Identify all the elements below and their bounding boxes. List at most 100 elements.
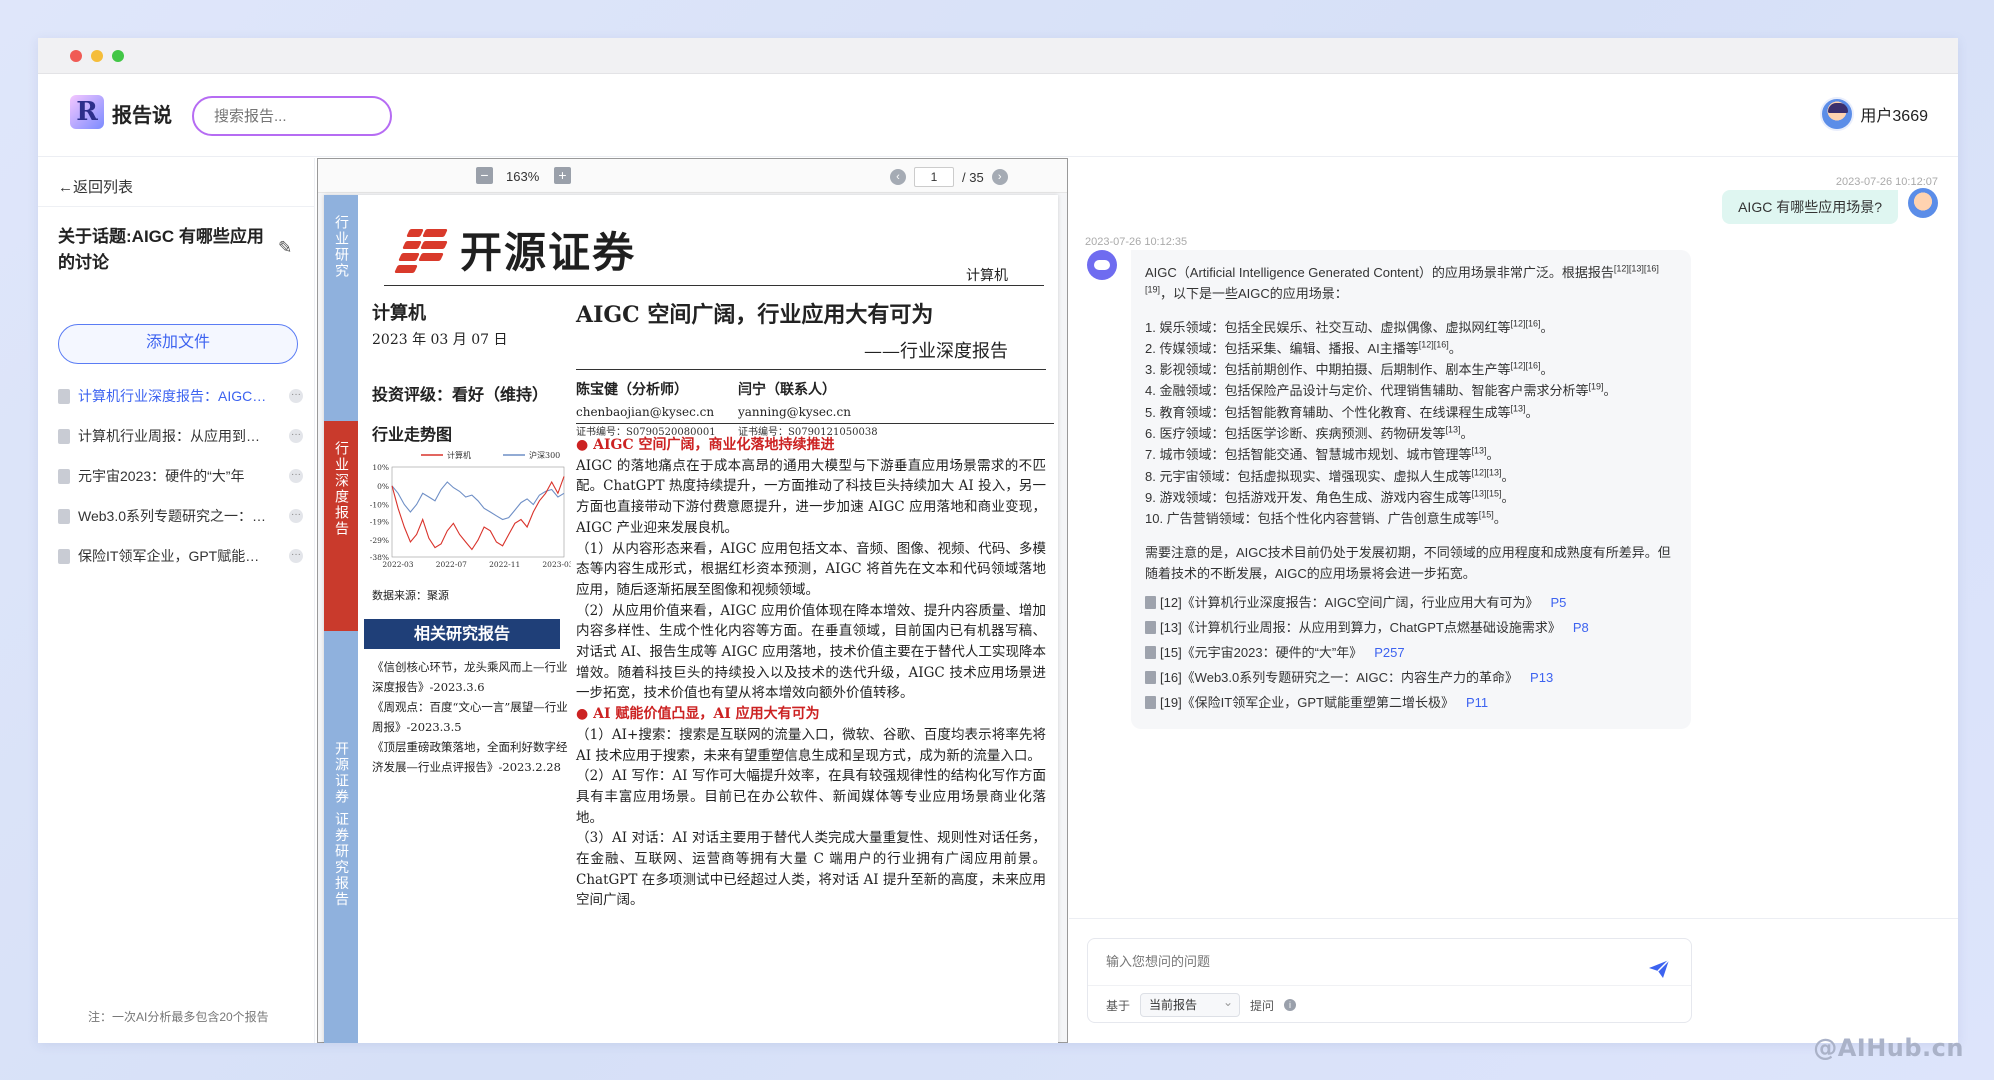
- document-icon: [58, 388, 70, 404]
- document-icon: [1145, 621, 1156, 635]
- file-item[interactable]: 计算机行业深度报告：AIGC空间广阔 ···: [58, 376, 303, 416]
- zoom-out-button[interactable]: −: [476, 167, 493, 184]
- answer-timestamp: 2023-07-26 10:12:35: [1085, 236, 1188, 248]
- more-icon[interactable]: ···: [289, 429, 303, 443]
- search-input[interactable]: [192, 96, 392, 136]
- question-input[interactable]: [1106, 951, 1606, 981]
- user-menu[interactable]: 用户3669: [1820, 97, 1928, 131]
- pdf-page: 行业研究 行业深度报告 开源证券 证券研究报告 开源证券 计算机 计算机 202…: [324, 195, 1058, 1043]
- next-page-icon[interactable]: ›: [991, 169, 1008, 185]
- more-icon[interactable]: ···: [289, 509, 303, 523]
- close-window-button[interactable]: [70, 49, 82, 62]
- reference-page[interactable]: P13: [1530, 665, 1553, 690]
- question-timestamp: 2023-07-26 10:12:07: [1835, 176, 1938, 188]
- document-icon: [1145, 696, 1156, 710]
- robot-icon: [1087, 250, 1117, 280]
- add-file-button[interactable]: 添加文件: [58, 324, 298, 364]
- paragraph: （2）从应用价值来看，AIGC 应用价值体现在降本增效、提升内容质量、增加内容多…: [576, 602, 1046, 702]
- minimize-window-button[interactable]: [91, 49, 103, 62]
- divider: [1088, 985, 1691, 986]
- file-item[interactable]: 保险IT领军企业，GPT赋能重塑 ···: [58, 536, 303, 576]
- scope-select[interactable]: 当前报告: [1140, 991, 1241, 1017]
- paragraph: AIGC 的落地痛点在于成本高昂的通用大模型与下游垂直应用场景需求的不匹配。Ch…: [576, 457, 1046, 536]
- legend-label: 计算机: [447, 450, 471, 460]
- user-question-bubble: AIGC 有哪些应用场景?: [1722, 190, 1898, 224]
- title-rule: [576, 369, 1046, 370]
- related-report: 《信创核心环节，龙头乘风而上—行业深度报告》-2023.3.6: [372, 660, 568, 694]
- based-on-label: 基于: [1106, 998, 1131, 1013]
- reference-link[interactable]: [13]《计算机行业周报：从应用到算力，ChatGPT点燃基础设施需求》 P8: [1145, 615, 1677, 640]
- reference-page[interactable]: P8: [1573, 615, 1589, 640]
- y-tick-label: 10%: [372, 463, 389, 472]
- topic-title: 关于话题:AIGC 有哪些应用的讨论: [58, 227, 264, 272]
- file-name: 计算机行业深度报告：AIGC空间广阔: [78, 388, 268, 404]
- info-icon[interactable]: i: [1284, 999, 1297, 1011]
- file-item[interactable]: 计算机行业周报：从应用到算力 ···: [58, 416, 303, 456]
- x-tick-label: 2022-03: [382, 560, 413, 569]
- zoom-level[interactable]: 163%: [506, 169, 539, 184]
- answer-list-item: 2. 传媒领域：包括采集、编辑、播报、AI主播等[12][16]。: [1145, 339, 1462, 356]
- answer-list-item: 4. 金融领域：包括保险产品设计与定价、代理销售辅助、智能客户需求分析等[19]…: [1145, 382, 1617, 399]
- y-tick-label: 0%: [377, 482, 389, 491]
- reference-link[interactable]: [19]《保险IT领军企业，GPT赋能重塑第二增长极》 P11: [1145, 690, 1677, 715]
- input-options: 基于 当前报告 提问 i: [1106, 991, 1297, 1017]
- more-icon[interactable]: ···: [289, 389, 303, 403]
- more-icon[interactable]: ···: [289, 469, 303, 483]
- question-input-box: 基于 当前报告 提问 i: [1087, 938, 1692, 1023]
- reference-page[interactable]: P257: [1374, 640, 1404, 665]
- limit-note: 注：一次AI分析最多包含20个报告: [88, 1010, 269, 1024]
- answer-list-item: 6. 医疗领域：包括医学诊断、疾病预测、药物研发等[13]。: [1145, 424, 1474, 442]
- author-1: 陈宝健（分析师） chenbaojian@kysec.cn 证书编号：S0790…: [576, 379, 716, 438]
- header-rule: [384, 285, 1044, 286]
- zoom-in-button[interactable]: +: [554, 167, 571, 184]
- reference-link[interactable]: [12]《计算机行业深度报告：AIGC空间广阔，行业应用大有可为》 P5: [1145, 590, 1677, 615]
- file-item[interactable]: 元宇宙2023：硬件的“大”年 ···: [58, 456, 303, 496]
- answer-list-item: 5. 教育领域：包括智能教育辅助、个性化教育、在线课程生成等[13]。: [1145, 403, 1539, 420]
- report-title: AIGC 空间广阔，行业应用大有可为: [576, 302, 934, 328]
- file-item[interactable]: Web3.0系列专题研究之一：AIGC ···: [58, 496, 303, 536]
- report-subtitle: ——行业深度报告: [864, 341, 1008, 362]
- related-reports-header: 相关研究报告: [364, 619, 560, 649]
- file-name: Web3.0系列专题研究之一：AIGC: [78, 508, 268, 524]
- document-icon: [1145, 596, 1156, 610]
- divider: [1069, 918, 1958, 919]
- pdf-viewer: − 163% + ‹ 1 / 35 › 行业研究 行业深度报告 开源证券 证券研…: [317, 158, 1068, 1043]
- top-bar: R 报告说 用户3669: [38, 75, 1958, 157]
- author-name: 闫宁（联系人）: [738, 382, 836, 398]
- answer-list-item: 1. 娱乐领域：包括全民娱乐、社交互动、虚拟偶像、虚拟网红等[12][16]。: [1145, 318, 1554, 335]
- kysec-logo-text: 开源证券: [460, 228, 637, 277]
- y-tick-label: -10%: [370, 501, 389, 510]
- answer-list-item: 3. 影视领域：包括前期创作、中期拍摄、后期制作、剧本生产等[12][16]。: [1145, 360, 1554, 378]
- section-heading: AI 赋能价值凸显，AI 应用大有可为: [576, 704, 1046, 725]
- file-name: 保险IT领军企业，GPT赋能重塑: [78, 548, 268, 564]
- edit-icon[interactable]: ✎: [278, 238, 292, 258]
- document-icon: [1145, 646, 1156, 660]
- paragraph: （3）AI 对话：AI 对话主要用于替代人类完成大量重复性、规则性对话任务，在金…: [576, 830, 1046, 909]
- reference-page[interactable]: P5: [1550, 590, 1566, 615]
- back-to-list-link[interactable]: ←返回列表: [58, 176, 133, 197]
- answer-list-item: 8. 元宇宙领域：包括虚拟现实、增强现实、虚拟人生成等[12][13]。: [1145, 467, 1515, 484]
- page-number-input[interactable]: 1: [914, 167, 954, 187]
- send-icon[interactable]: [1647, 957, 1671, 981]
- reference-page[interactable]: P11: [1466, 690, 1488, 715]
- app-logo[interactable]: R: [70, 95, 104, 129]
- document-icon: [58, 508, 70, 524]
- prev-page-icon[interactable]: ‹: [890, 169, 906, 185]
- reference-link[interactable]: [15]《元宇宙2023：硬件的“大”年》 P257: [1145, 640, 1677, 665]
- trend-label: 行业走势图: [372, 425, 453, 444]
- related-reports-list: 《信创核心环节，龙头乘风而上—行业深度报告》-2023.3.6 《周观点：百度“…: [372, 657, 570, 777]
- more-icon[interactable]: ···: [289, 549, 303, 563]
- investment-rating: 投资评级：看好（维持）: [372, 385, 549, 404]
- chat-panel: 2023-07-26 10:12:07 AIGC 有哪些应用场景? 2023-0…: [1069, 158, 1958, 1043]
- y-tick-label: -29%: [370, 536, 389, 545]
- user-avatar[interactable]: [1820, 97, 1855, 131]
- paragraph: （2）AI 写作：AI 写作可大幅提升效率，在具有较强规律性的结构化写作方面具有…: [576, 768, 1046, 826]
- user-name: 用户3669: [1860, 108, 1928, 125]
- reference-link[interactable]: [16]《Web3.0系列专题研究之一：AIGC：内容生产力的革命》 P13: [1145, 665, 1677, 690]
- report-side-strip: 行业研究 行业深度报告 开源证券 证券研究报告: [324, 195, 358, 1043]
- plot-frame: [391, 466, 565, 558]
- strip-deep-report: 行业深度报告: [324, 421, 358, 631]
- window-titlebar: [38, 38, 1958, 74]
- author-2: 闫宁（联系人） yanning@kysec.cn 证书编号：S079012105…: [738, 379, 878, 438]
- maximize-window-button[interactable]: [112, 49, 124, 62]
